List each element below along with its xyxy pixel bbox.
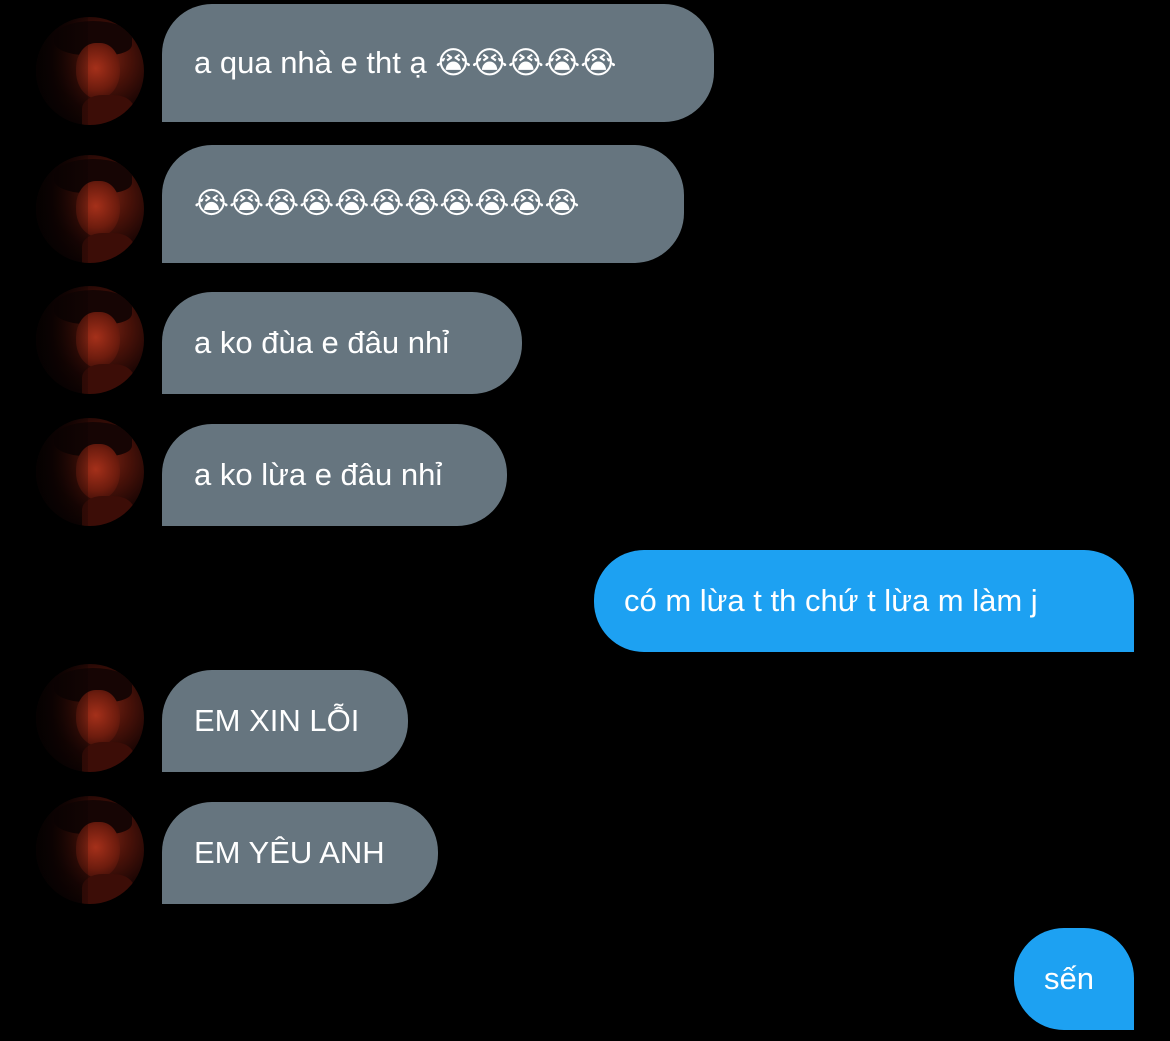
message-row: a qua nhà e tht ạ 😭😭😭😭😭 — [0, 4, 1170, 125]
message-row: có m lừa t th chứ t lừa m làm j — [0, 550, 1170, 652]
sender-avatar[interactable] — [36, 664, 144, 772]
message-row: 😭😭😭😭😭😭😭😭😭😭😭 — [0, 145, 1170, 263]
incoming-message-bubble[interactable]: a qua nhà e tht ạ 😭😭😭😭😭 — [162, 4, 714, 122]
incoming-message-bubble[interactable]: EM YÊU ANH — [162, 802, 438, 904]
message-text: sến — [1044, 961, 1094, 996]
incoming-message-bubble[interactable]: EM XIN LỖI — [162, 670, 408, 772]
message-text: có m lừa t th chứ t lừa m làm j — [624, 583, 1038, 618]
message-row: EM XIN LỖI — [0, 664, 1170, 772]
incoming-message-bubble[interactable]: a ko đùa e đâu nhỉ — [162, 292, 522, 394]
message-text: a ko lừa e đâu nhỉ — [194, 457, 443, 492]
message-text: EM XIN LỖI — [194, 703, 360, 738]
sender-avatar[interactable] — [36, 796, 144, 904]
incoming-message-bubble[interactable]: 😭😭😭😭😭😭😭😭😭😭😭 — [162, 145, 684, 263]
outgoing-message-bubble[interactable]: sến — [1014, 928, 1134, 1030]
message-row: sến — [0, 928, 1170, 1030]
message-text: EM YÊU ANH — [194, 835, 385, 870]
message-text: a ko đùa e đâu nhỉ — [194, 325, 450, 360]
message-row: EM YÊU ANH — [0, 796, 1170, 904]
sender-avatar[interactable] — [36, 286, 144, 394]
sender-avatar[interactable] — [36, 17, 144, 125]
sender-avatar[interactable] — [36, 418, 144, 526]
message-text: a qua nhà e tht ạ 😭😭😭😭😭 — [194, 45, 617, 80]
message-text: 😭😭😭😭😭😭😭😭😭😭😭 — [194, 186, 580, 221]
incoming-message-bubble[interactable]: a ko lừa e đâu nhỉ — [162, 424, 507, 526]
outgoing-message-bubble[interactable]: có m lừa t th chứ t lừa m làm j — [594, 550, 1134, 652]
message-thread: a qua nhà e tht ạ 😭😭😭😭😭 😭😭😭😭😭😭😭😭😭😭😭 a ko… — [0, 0, 1170, 1041]
message-row: a ko lừa e đâu nhỉ — [0, 418, 1170, 526]
sender-avatar[interactable] — [36, 155, 144, 263]
message-row: a ko đùa e đâu nhỉ — [0, 286, 1170, 394]
